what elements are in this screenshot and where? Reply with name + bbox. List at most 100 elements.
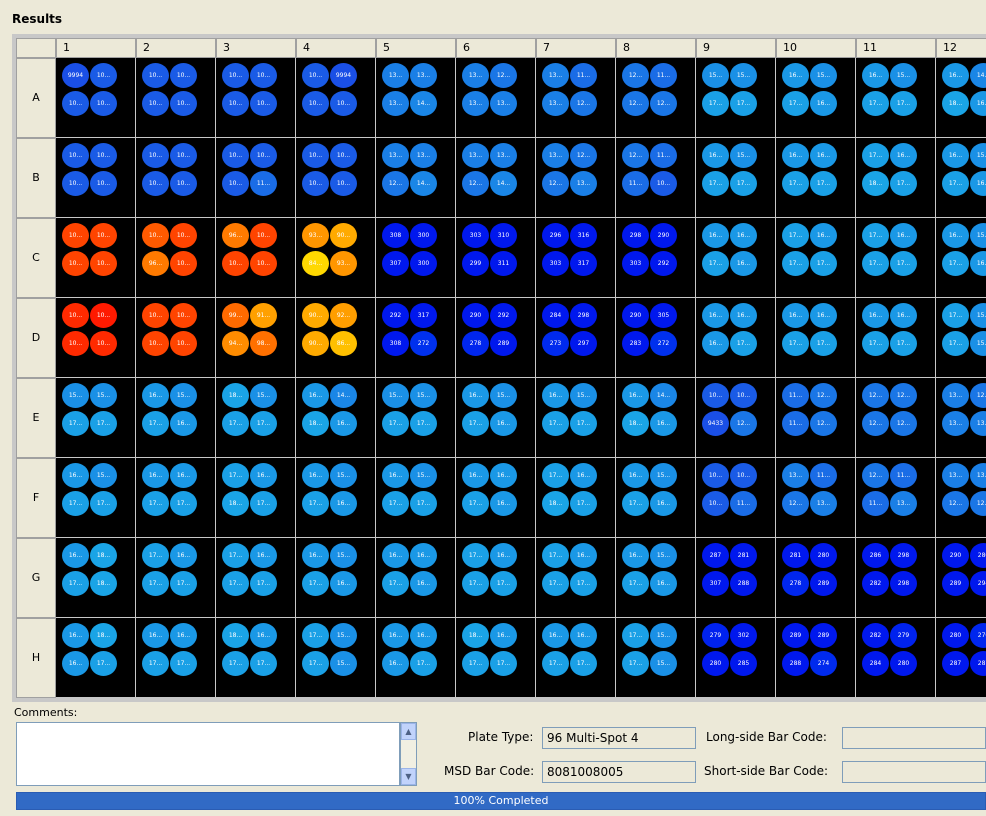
well-C12[interactable]: 16...15...17...16... (936, 218, 986, 297)
well-D9[interactable]: 16... 16... 16... 17... (696, 298, 775, 377)
well-G3[interactable]: 17... 16... 17... 17... (216, 538, 295, 617)
well-H8[interactable]: 17... 15... 17... 15... (616, 618, 695, 697)
well-A12[interactable]: 16...14...18...16... (936, 58, 986, 137)
well-H3[interactable]: 18... 16... 17... 17... (216, 618, 295, 697)
comments-textarea[interactable] (16, 722, 400, 786)
well-A10[interactable]: 16... 15... 17... 16... (776, 58, 855, 137)
well-D5[interactable]: 292 317 308 272 (376, 298, 455, 377)
well-F2[interactable]: 16... 16... 17... 17... (136, 458, 215, 537)
well-G10[interactable]: 281 280 278 289 (776, 538, 855, 617)
well-E8[interactable]: 16... 14... 18... 16... (616, 378, 695, 457)
well-C11[interactable]: 17... 16... 17... 17... (856, 218, 935, 297)
well-E3[interactable]: 18... 15... 17... 17... (216, 378, 295, 457)
well-G1[interactable]: 16... 18... 17... 18... (56, 538, 135, 617)
well-E11[interactable]: 12... 12... 12... 12... (856, 378, 935, 457)
well-D11[interactable]: 16... 16... 17... 17... (856, 298, 935, 377)
well-E4[interactable]: 16... 14... 18... 16... (296, 378, 375, 457)
well-A3[interactable]: 10... 10... 10... 10... (216, 58, 295, 137)
well-A6[interactable]: 13... 12... 13... 13... (456, 58, 535, 137)
well-B3[interactable]: 10... 10... 10... 11... (216, 138, 295, 217)
well-H4[interactable]: 17... 15... 17... 15... (296, 618, 375, 697)
well-A8[interactable]: 12... 11... 12... 12... (616, 58, 695, 137)
well-B6[interactable]: 13... 13... 12... 14... (456, 138, 535, 217)
well-A1[interactable]: 9994 10... 10... 10... (56, 58, 135, 137)
well-H6[interactable]: 18... 16... 17... 17... (456, 618, 535, 697)
well-H12[interactable]: 280276287287 (936, 618, 986, 697)
well-D1[interactable]: 10... 10... 10... 10... (56, 298, 135, 377)
well-C5[interactable]: 308 300 307 300 (376, 218, 455, 297)
well-C9[interactable]: 16... 16... 17... 16... (696, 218, 775, 297)
well-E2[interactable]: 16... 15... 17... 16... (136, 378, 215, 457)
well-B11[interactable]: 17... 16... 18... 17... (856, 138, 935, 217)
well-G4[interactable]: 16... 15... 17... 16... (296, 538, 375, 617)
well-A9[interactable]: 15... 15... 17... 17... (696, 58, 775, 137)
well-F5[interactable]: 16... 15... 17... 17... (376, 458, 455, 537)
well-C6[interactable]: 303 310 299 311 (456, 218, 535, 297)
well-B2[interactable]: 10... 10... 10... 10... (136, 138, 215, 217)
well-E12[interactable]: 13...12...13...13... (936, 378, 986, 457)
well-D2[interactable]: 10... 10... 10... 10... (136, 298, 215, 377)
well-A11[interactable]: 16... 15... 17... 17... (856, 58, 935, 137)
well-H5[interactable]: 16... 16... 16... 17... (376, 618, 455, 697)
well-A4[interactable]: 10... 9994 10... 10... (296, 58, 375, 137)
well-G5[interactable]: 16... 16... 17... 16... (376, 538, 455, 617)
well-H7[interactable]: 16... 16... 17... 17... (536, 618, 615, 697)
well-D4[interactable]: 90... 92... 90... 86... (296, 298, 375, 377)
well-A2[interactable]: 10... 10... 10... 10... (136, 58, 215, 137)
well-H11[interactable]: 282 279 284 280 (856, 618, 935, 697)
scroll-down-icon[interactable]: ▼ (401, 768, 416, 785)
well-D8[interactable]: 290 305 283 272 (616, 298, 695, 377)
well-E7[interactable]: 16... 15... 17... 17... (536, 378, 615, 457)
well-G7[interactable]: 17... 16... 17... 17... (536, 538, 615, 617)
well-C10[interactable]: 17... 16... 17... 17... (776, 218, 855, 297)
well-G12[interactable]: 290280289294 (936, 538, 986, 617)
well-B12[interactable]: 16...15...17...16... (936, 138, 986, 217)
well-B8[interactable]: 12... 11... 11... 10... (616, 138, 695, 217)
well-F9[interactable]: 10... 10... 10... 11... (696, 458, 775, 537)
well-H1[interactable]: 16... 18... 16... 17... (56, 618, 135, 697)
well-F8[interactable]: 16... 15... 17... 16... (616, 458, 695, 537)
well-G8[interactable]: 16... 15... 17... 16... (616, 538, 695, 617)
well-D6[interactable]: 290 292 278 289 (456, 298, 535, 377)
well-G9[interactable]: 287 281 307 288 (696, 538, 775, 617)
scroll-up-icon[interactable]: ▲ (401, 723, 416, 740)
well-C7[interactable]: 296 316 303 317 (536, 218, 615, 297)
well-E5[interactable]: 15... 15... 17... 17... (376, 378, 455, 457)
comments-scrollbar[interactable]: ▲ ▼ (400, 722, 417, 786)
well-C8[interactable]: 298 290 303 292 (616, 218, 695, 297)
well-B10[interactable]: 16... 16... 17... 17... (776, 138, 855, 217)
well-C2[interactable]: 10... 10... 96... 10... (136, 218, 215, 297)
well-D12[interactable]: 17...15...17...15... (936, 298, 986, 377)
well-F3[interactable]: 17... 16... 18... 17... (216, 458, 295, 537)
well-E1[interactable]: 15... 15... 17... 17... (56, 378, 135, 457)
well-B5[interactable]: 13... 13... 12... 14... (376, 138, 455, 217)
well-D7[interactable]: 284 298 273 297 (536, 298, 615, 377)
well-F1[interactable]: 16... 15... 17... 17... (56, 458, 135, 537)
well-D10[interactable]: 16... 16... 17... 17... (776, 298, 855, 377)
well-D3[interactable]: 99... 91... 94... 98... (216, 298, 295, 377)
well-F11[interactable]: 12... 11... 11... 13... (856, 458, 935, 537)
well-F12[interactable]: 13...13...12...12... (936, 458, 986, 537)
well-H2[interactable]: 16... 16... 17... 17... (136, 618, 215, 697)
well-F4[interactable]: 16... 15... 17... 16... (296, 458, 375, 537)
well-C1[interactable]: 10... 10... 10... 10... (56, 218, 135, 297)
well-B7[interactable]: 13... 12... 12... 13... (536, 138, 615, 217)
well-H10[interactable]: 289 289 288 274 (776, 618, 855, 697)
well-F6[interactable]: 16... 16... 17... 16... (456, 458, 535, 537)
well-F10[interactable]: 13... 11... 12... 13... (776, 458, 855, 537)
well-E9[interactable]: 10... 10... 9433 12... (696, 378, 775, 457)
well-F7[interactable]: 17... 16... 18... 17... (536, 458, 615, 537)
well-H9[interactable]: 279 302 280 285 (696, 618, 775, 697)
well-E6[interactable]: 16... 15... 17... 16... (456, 378, 535, 457)
well-G2[interactable]: 17... 16... 17... 17... (136, 538, 215, 617)
short-side-bar-code-field[interactable] (842, 761, 986, 783)
well-G11[interactable]: 286 298 282 298 (856, 538, 935, 617)
well-A7[interactable]: 13... 11... 13... 12... (536, 58, 615, 137)
well-G6[interactable]: 17... 16... 17... 17... (456, 538, 535, 617)
long-side-bar-code-field[interactable] (842, 727, 986, 749)
well-C4[interactable]: 93... 90... 84... 93... (296, 218, 375, 297)
well-E10[interactable]: 11... 12... 11... 12... (776, 378, 855, 457)
well-B4[interactable]: 10... 10... 10... 10... (296, 138, 375, 217)
well-A5[interactable]: 13... 13... 13... 14... (376, 58, 455, 137)
well-C3[interactable]: 96... 10... 10... 10... (216, 218, 295, 297)
